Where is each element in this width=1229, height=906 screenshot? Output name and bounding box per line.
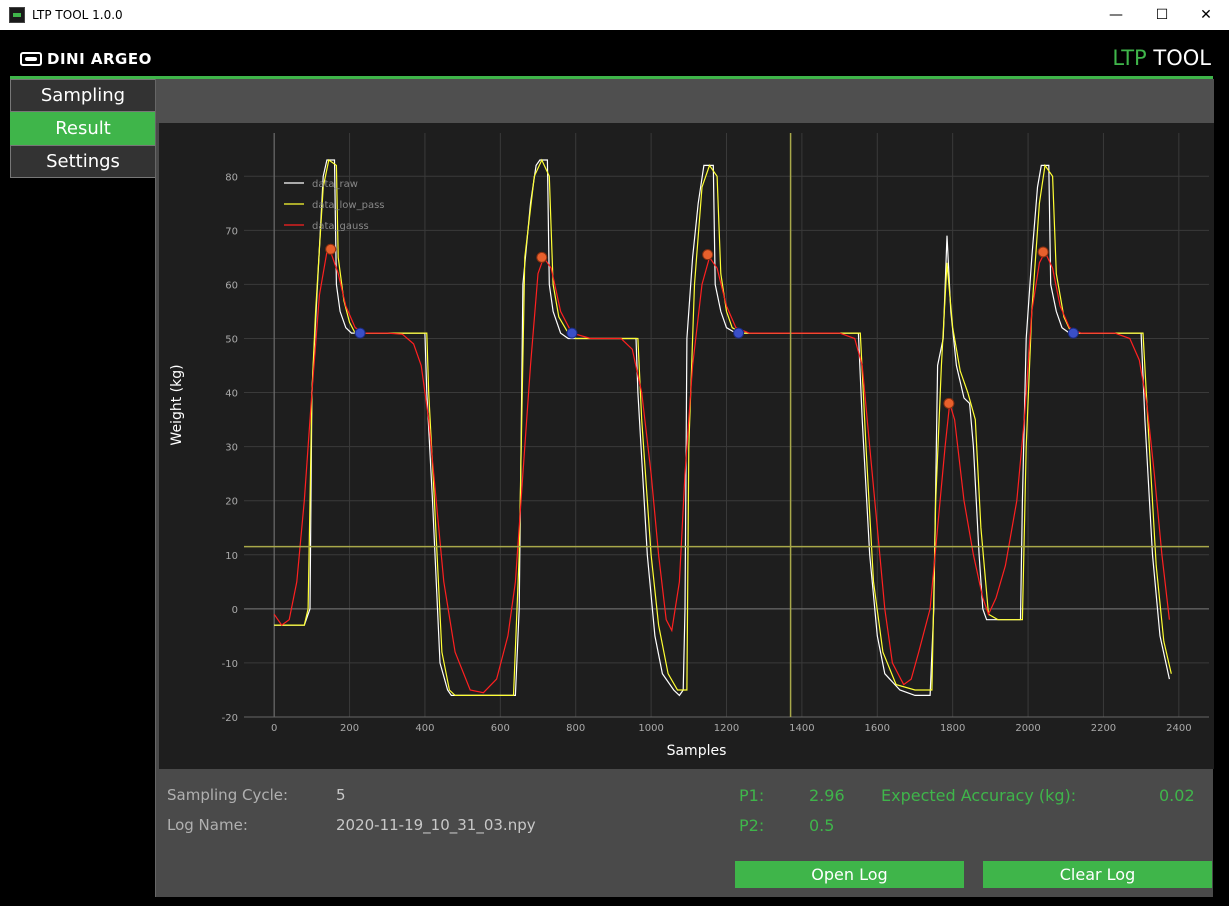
window-title-bar: LTP TOOL 1.0.0 — ☐ ✕ [0,0,1229,30]
settle-marker [1067,327,1079,339]
sidebar-item-sampling[interactable]: Sampling [10,79,156,112]
x-tick-label: 600 [491,723,510,734]
brand-name: DINI ARGEO [47,50,152,68]
product-prefix: LTP [1112,46,1147,70]
settle-marker [354,327,366,339]
log-name-value: 2020-11-19_10_31_03.npy [336,816,536,834]
peak-marker [536,251,548,263]
accuracy-label: Expected Accuracy (kg): [881,786,1077,805]
peak-marker [943,397,955,409]
y-tick-label: 80 [225,172,238,183]
x-tick-label: 2200 [1091,723,1116,734]
window-title: LTP TOOL 1.0.0 [32,8,123,22]
x-tick-label: 1000 [638,723,663,734]
x-tick-label: 1400 [789,723,814,734]
x-axis-title: Samples [667,743,727,759]
app-icon [9,7,25,23]
x-tick-label: 800 [566,723,585,734]
legend-label: data_low_pass [312,200,385,211]
minimize-button[interactable]: — [1093,0,1139,30]
x-tick-label: 2400 [1166,723,1191,734]
x-tick-label: 400 [415,723,434,734]
product-title: LTP TOOL [1112,46,1211,70]
sampling-cycle-label: Sampling Cycle: [167,786,289,804]
x-tick-label: 200 [340,723,359,734]
open-log-button[interactable]: Open Log [735,861,964,888]
y-tick-label: -10 [222,659,238,670]
close-button[interactable]: ✕ [1183,0,1229,30]
series-data_low_pass [274,158,1172,696]
clear-log-button[interactable]: Clear Log [983,861,1212,888]
product-suffix: TOOL [1146,46,1211,70]
p1-label: P1: [739,786,765,805]
brand-logo: DINI ARGEO [20,49,152,69]
panel-top-bar [156,79,1214,123]
chart-area[interactable]: 0 200 400 600 800 1000 1200 1400 1600 1800 2000 220… [159,123,1214,769]
sidebar-item-settings[interactable]: Settings [10,145,156,178]
sidebar-item-result[interactable]: Result [10,112,156,145]
y-tick-label: 10 [225,551,238,562]
settle-marker [733,327,745,339]
log-name-label: Log Name: [167,816,248,834]
x-tick-label: 1200 [714,723,739,734]
brand-icon [20,52,42,66]
x-tick-label: 1800 [940,723,965,734]
y-axis-title: Weight (kg) [169,364,185,445]
series-data_gauss [273,250,1170,694]
peak-marker [325,243,337,255]
y-tick-label: 0 [232,605,238,616]
x-tick-label: 0 [271,723,277,734]
y-tick-label: 40 [225,389,238,400]
series-data_raw [274,159,1170,697]
p2-value: 0.5 [809,816,835,835]
weight-chart[interactable]: 0 200 400 600 800 1000 1200 1400 1600 1800 2000 220… [159,123,1214,769]
y-tick-label: -20 [222,713,238,724]
accuracy-value: 0.02 [1159,786,1195,805]
x-tick-label: 2000 [1015,723,1040,734]
y-tick-label: 30 [225,443,238,454]
p1-value: 2.96 [809,786,845,805]
legend-label: data_raw [312,179,358,190]
settle-marker [566,327,578,339]
legend-label: data_gauss [312,221,369,232]
app-header [0,30,1229,76]
y-tick-label: 60 [225,280,238,291]
peak-marker [702,249,714,261]
y-tick-label: 20 [225,497,238,508]
p2-label: P2: [739,816,765,835]
y-tick-label: 50 [225,334,238,345]
maximize-button[interactable]: ☐ [1139,0,1185,30]
peak-marker [1037,246,1049,258]
sampling-cycle-value: 5 [336,786,346,804]
x-tick-label: 1600 [865,723,890,734]
result-panel: 0 200 400 600 800 1000 1200 1400 1600 1800 2000 220… [155,79,1214,897]
y-tick-label: 70 [225,226,238,237]
